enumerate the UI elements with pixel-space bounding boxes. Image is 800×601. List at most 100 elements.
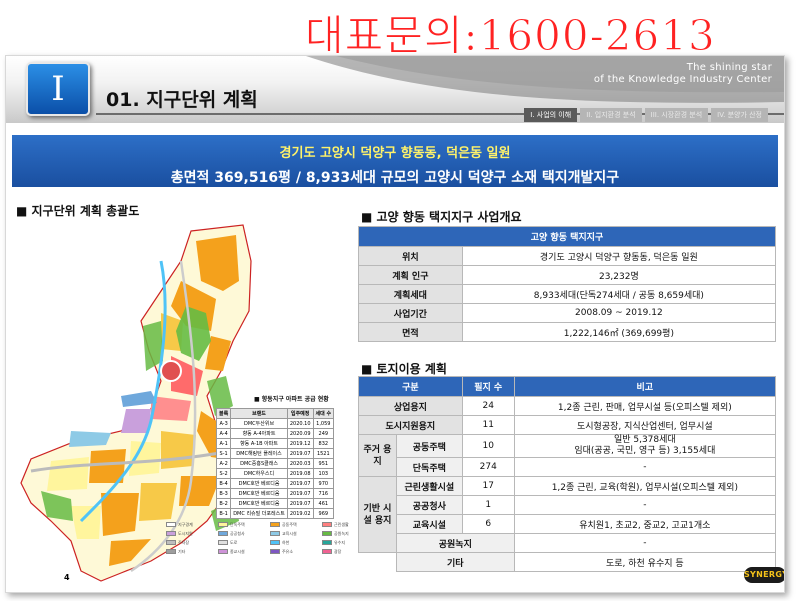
legend-swatch — [270, 540, 280, 545]
tab-business[interactable]: I. 사업의 이해 — [524, 108, 578, 122]
supply-row: A-4 향동 A-4아파트 2020.09 249 — [215, 428, 335, 439]
legend-label: 광장 — [334, 548, 342, 554]
supply-move-in: 2019.07 — [286, 478, 314, 489]
supply-row: S-2 DMC하우스디 2019.08 103 — [215, 468, 335, 479]
overview-row-location: 위치 경기도 고양시 덕양구 향동동, 덕은동 일원 — [358, 246, 777, 266]
legend-swatch — [218, 531, 228, 536]
supply-block: A-2 — [215, 458, 232, 469]
landuse-note: 유치원1, 초교2, 중교2, 고교1개소 — [513, 514, 777, 534]
landuse-count: 1 — [461, 495, 515, 515]
landuse-count: 6 — [461, 514, 515, 534]
landuse-col-note: 비고 — [513, 376, 777, 397]
landuse-note: 1,2종 근린, 판매, 업무시설 등(오피스텔 제외) — [513, 396, 777, 416]
supply-brand: 향동 A-4아파트 — [230, 428, 288, 439]
supply-brand: DMC호반 베르디움 — [230, 498, 288, 509]
supply-brand: DMC중흥S클래스 — [230, 458, 288, 469]
legend-label: 유수지 — [334, 539, 346, 545]
legend-item: 단독주택 — [218, 521, 270, 528]
supply-brand: DMC호반 베르디움 — [230, 478, 288, 489]
legend-swatch — [270, 549, 280, 554]
supply-table-title: ■ 향동지구 아파트 공급 현황 — [254, 396, 329, 403]
landuse-note: 1,2종 근린, 교육(학원), 업무시설(오피스텔 제외) — [513, 476, 777, 496]
landuse-row-detached: 단독주택 274 - — [359, 457, 777, 477]
legend-item: 기타 — [166, 548, 218, 555]
supply-row: A-2 DMC중흥S클래스 2020.03 951 — [215, 458, 335, 469]
supply-move-in: 2019.08 — [286, 468, 314, 479]
legend-swatch — [218, 522, 228, 527]
overview-label: 계획 인구 — [358, 265, 463, 285]
supply-units: 969 — [312, 508, 335, 519]
supply-row: S-1 DMC해링턴 플레이스 2019.07 1521 — [215, 448, 335, 459]
legend-item: 도시지원 — [166, 530, 218, 537]
supply-block: S-2 — [215, 468, 232, 479]
supply-block: S-1 — [215, 448, 232, 459]
supply-brand: 향동 A-1B 아파트 — [230, 438, 288, 449]
landuse-note-line: 일반 5,378세대 — [613, 435, 676, 445]
tab-market[interactable]: III. 시장환경 분석 — [644, 108, 709, 122]
legend-swatch — [166, 531, 176, 536]
supply-brand: DMC해링턴 플레이스 — [230, 448, 288, 459]
legend-item: 종교시설 — [218, 548, 270, 555]
landuse-note: 도시형공장, 지식산업센터, 업무시설 — [513, 415, 777, 435]
supply-block: B-3 — [215, 488, 232, 499]
supply-col-brand: 브랜드 — [230, 408, 288, 419]
synergy-logo: SYNERGY — [744, 567, 784, 583]
supply-units: 461 — [312, 498, 335, 509]
landuse-row-apartment: 주거 용지 공동주택 10 일반 5,378세대 임대(공공, 국민, 영구 등… — [358, 434, 777, 477]
supply-units: 249 — [312, 428, 335, 439]
overview-row-period: 사업기간 2008.09 ~ 2019.12 — [358, 303, 777, 323]
legend-label: 공원녹지 — [334, 530, 349, 536]
supply-brand: DMC 리슈빌 더포레스트 — [230, 508, 288, 519]
supply-row: A-1 향동 A-1B 아파트 2019.12 832 — [215, 438, 335, 449]
landuse-count: 17 — [461, 476, 515, 496]
legend-label: 도로 — [230, 539, 238, 545]
hotline-number: 대표문의:1600-2613 — [305, 11, 716, 61]
supply-move-in: 2020.03 — [286, 458, 314, 469]
landuse-header-row: 구분 필지 수 비고 — [358, 376, 777, 397]
tagline: The shining star of the Knowledge Indust… — [594, 62, 772, 86]
supply-row: A-3 DMC두산위브 2020.10 1,059 — [215, 418, 335, 429]
landuse-col-category: 구분 — [358, 376, 463, 397]
landuse-group-infra: 기반 시설 용지 — [358, 476, 397, 553]
landuse-note: - — [513, 533, 777, 553]
landuse-group-housing: 주거 용지 — [358, 434, 397, 477]
landuse-count: 24 — [461, 396, 515, 416]
tab-location[interactable]: II. 입지환경 분석 — [580, 108, 642, 122]
supply-move-in: 2019.02 — [286, 508, 314, 519]
supply-row: B-1 DMC 리슈빌 더포레스트 2019.02 969 — [215, 508, 335, 519]
landuse-count: 11 — [461, 415, 515, 435]
legend-swatch — [270, 531, 280, 536]
supply-row: B-3 DMC호반 베르디움 2019.07 716 — [215, 488, 335, 499]
landuse-label: 공동주택 — [395, 434, 463, 458]
landuse-label: 공공청사 — [395, 495, 463, 515]
legend-label: 공공청사 — [230, 530, 245, 536]
overview-value: 경기도 고양시 덕양구 향동동, 덕은동 일원 — [461, 246, 777, 266]
tab-pricing[interactable]: IV. 분양가 산정 — [711, 108, 768, 122]
supply-move-in: 2020.09 — [286, 428, 314, 439]
legend-swatch — [218, 540, 228, 545]
supply-move-in: 2019.12 — [286, 438, 314, 449]
legend-item: 교육시설 — [270, 530, 322, 537]
legend-label: 주차장 — [178, 539, 190, 545]
supply-block: A-1 — [215, 438, 232, 449]
legend-label: 공동주택 — [282, 521, 297, 527]
legend-label: 교육시설 — [282, 530, 297, 536]
landuse-count: 10 — [461, 434, 515, 458]
supply-block: A-3 — [215, 418, 232, 429]
section-title: 01. 지구단위 계획 — [106, 89, 258, 111]
legend-item: 도로 — [218, 539, 270, 546]
overview-label: 계획세대 — [358, 284, 463, 304]
overview-label: 위치 — [358, 246, 463, 266]
supply-col-move-in: 입주예정 — [286, 408, 314, 419]
legend-item: 주유소 — [270, 548, 322, 555]
legend-swatch — [322, 549, 332, 554]
overview-value: 23,232명 — [461, 265, 777, 285]
tagline-line-2: of the Knowledge Industry Center — [593, 74, 772, 85]
landuse-table: 구분 필지 수 비고 상업용지 24 1,2종 근린, 판매, 업무시설 등(오… — [358, 376, 777, 572]
overview-value: 8,933세대(단독274세대 / 공동 8,659세대) — [461, 284, 777, 304]
landuse-label: 교육시설 — [395, 514, 463, 534]
legend-label: 단독주택 — [230, 521, 245, 527]
overview-row-households: 계획세대 8,933세대(단독274세대 / 공동 8,659세대) — [358, 284, 777, 304]
landuse-row-education: 교육시설 6 유치원1, 초교2, 중교2, 고교1개소 — [359, 514, 777, 534]
legend-label: 근린생활 — [334, 521, 349, 527]
